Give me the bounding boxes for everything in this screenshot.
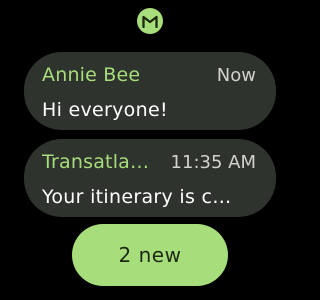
- notification-message: Hi everyone!: [42, 99, 168, 121]
- new-notifications-button[interactable]: 2 new: [72, 224, 228, 286]
- notification-card[interactable]: Transatla… 11:35 AM Your itinerary is c…: [24, 139, 276, 217]
- notification-card[interactable]: Annie Bee Now Hi everyone!: [24, 52, 276, 130]
- notification-time: Now: [216, 65, 256, 86]
- notification-header: Transatla… 11:35 AM: [42, 151, 256, 173]
- notification-header: Annie Bee Now: [42, 64, 256, 86]
- notification-sender: Annie Bee: [42, 64, 141, 86]
- app-badge: [137, 8, 163, 34]
- notification-sender: Transatla…: [42, 151, 150, 173]
- notification-time: 11:35 AM: [170, 152, 256, 173]
- gmail-m-icon: [142, 15, 158, 28]
- notification-message: Your itinerary is c…: [42, 186, 232, 208]
